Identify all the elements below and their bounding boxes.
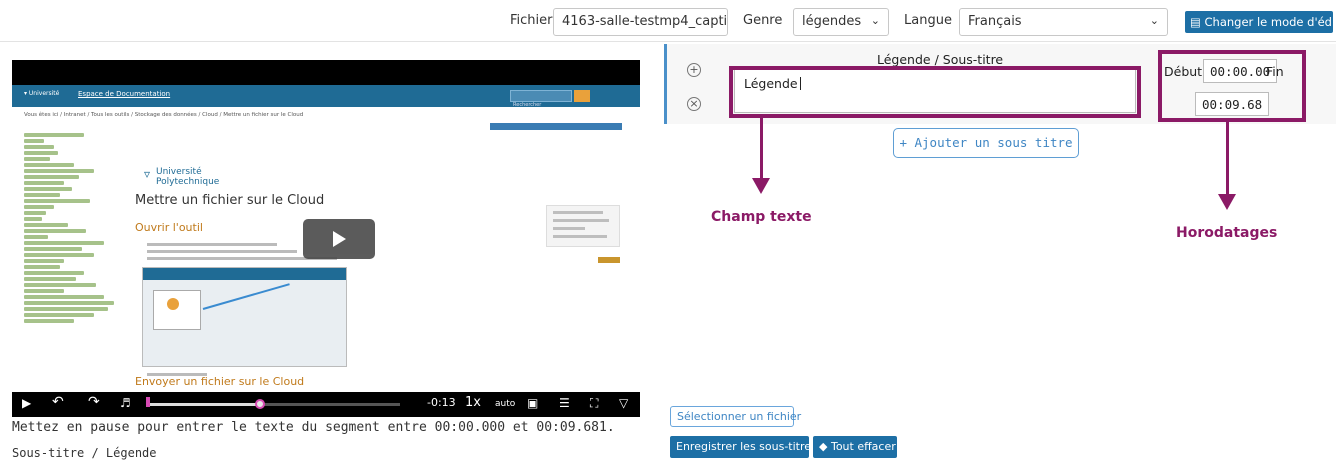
chapters-icon[interactable]: ☰ bbox=[559, 396, 570, 410]
seek-progress bbox=[150, 403, 260, 406]
text-field-arrow-line bbox=[760, 118, 763, 178]
video-tree-nav bbox=[24, 131, 134, 391]
text-field-annotation: Champ texte bbox=[711, 209, 812, 225]
language-value: Français bbox=[968, 14, 1022, 29]
remove-circle-icon[interactable]: × bbox=[687, 97, 701, 111]
picture-in-picture-icon[interactable]: ▣ bbox=[527, 396, 538, 410]
segment-start-marker[interactable] bbox=[146, 397, 150, 407]
rewind-icon[interactable]: ↶ bbox=[52, 394, 64, 410]
select-file-button[interactable]: Sélectionner un fichier bbox=[670, 406, 801, 427]
play-overlay-button[interactable] bbox=[303, 219, 375, 259]
video-section-open-tool: Ouvrir l'outil bbox=[135, 221, 203, 234]
save-subtitles-button[interactable]: Enregistrer les sous-titres bbox=[670, 436, 817, 458]
timestamps-highlight bbox=[1158, 50, 1306, 122]
eraser-icon: ◆ bbox=[819, 440, 828, 453]
timestamps-arrow-head bbox=[1218, 194, 1236, 210]
clear-all-label: Tout effacer bbox=[830, 440, 896, 453]
fullscreen-icon[interactable]: ⛶ bbox=[590, 396, 598, 411]
volume-icon[interactable]: ♬ bbox=[120, 396, 131, 410]
change-mode-button[interactable]: ▤ Changer le mode d'édition bbox=[1185, 11, 1333, 33]
quality-selector[interactable]: auto bbox=[495, 399, 515, 409]
video-breadcrumb: Vous êtes ici / Intranet / Tous les outi… bbox=[24, 112, 304, 118]
seek-handle[interactable] bbox=[255, 399, 265, 409]
language-label: Langue bbox=[904, 13, 952, 28]
play-icon bbox=[333, 231, 346, 247]
university-logo-icon: ▿ bbox=[144, 167, 151, 181]
chevron-down-icon: ⌄ bbox=[870, 14, 880, 27]
timestamps-annotation: Horodatages bbox=[1176, 225, 1278, 241]
timestamps-arrow-line bbox=[1226, 122, 1229, 194]
remaining-time: -0:13 bbox=[427, 396, 456, 409]
subtitle-section-label: Sous-titre / Légende bbox=[12, 446, 157, 460]
forward-icon[interactable]: ↷ bbox=[88, 394, 100, 410]
text-field-arrow-head bbox=[752, 178, 770, 194]
video-player[interactable]: ▾ Université Espace de Documentation Rec… bbox=[12, 60, 640, 417]
language-select[interactable]: Français ⌄ bbox=[959, 8, 1168, 36]
pause-instruction: Mettez en pause pour entrer le texte du … bbox=[12, 420, 615, 435]
video-black-bar bbox=[12, 60, 640, 85]
edit-mode-icon: ▤ bbox=[1190, 15, 1201, 29]
video-section-send-file: Envoyer un fichier sur le Cloud bbox=[135, 375, 305, 388]
caption-header: Légende / Sous-titre bbox=[877, 52, 1004, 67]
play-icon[interactable]: ▶ bbox=[22, 396, 31, 410]
video-controls: ▶ ↶ ↷ ♬ -0:13 1x auto ▣ ☰ ⛶ ▽ bbox=[12, 392, 640, 417]
genre-value: légendes bbox=[802, 14, 862, 29]
toolbar: Fichier 4163-salle-testmp4_captior Genre… bbox=[0, 0, 1336, 42]
university-logo-line2: Polytechnique bbox=[156, 177, 220, 187]
video-screenshot-figure bbox=[142, 267, 347, 367]
site-title: Espace de Documentation bbox=[78, 90, 171, 98]
video-path-badge bbox=[490, 123, 622, 130]
file-label: Fichier bbox=[510, 13, 553, 28]
university-logo-line1: Université bbox=[156, 167, 202, 177]
file-field[interactable]: 4163-salle-testmp4_captior bbox=[553, 8, 728, 36]
genre-select[interactable]: légendes ⌄ bbox=[793, 8, 889, 36]
genre-label: Genre bbox=[743, 13, 783, 28]
search-icon bbox=[574, 90, 590, 102]
playback-speed[interactable]: 1x bbox=[465, 395, 481, 410]
video-table-of-contents bbox=[546, 205, 620, 247]
add-circle-icon[interactable]: + bbox=[687, 63, 701, 77]
player-logo-icon: ▽ bbox=[619, 396, 629, 410]
site-logo: ▾ Université bbox=[24, 90, 60, 97]
video-search-field: Rechercher bbox=[510, 90, 572, 108]
video-page-title: Mettre un fichier sur le Cloud bbox=[135, 193, 325, 208]
chevron-down-icon: ⌄ bbox=[1149, 14, 1159, 27]
add-subtitle-button[interactable]: + Ajouter un sous titre bbox=[893, 128, 1079, 158]
text-field-highlight bbox=[729, 66, 1141, 118]
clear-all-button[interactable]: ◆ Tout effacer bbox=[813, 436, 897, 458]
video-edit-badge bbox=[598, 257, 620, 263]
seek-bar[interactable] bbox=[150, 403, 400, 406]
change-mode-label: Changer le mode d'édition bbox=[1204, 15, 1333, 29]
